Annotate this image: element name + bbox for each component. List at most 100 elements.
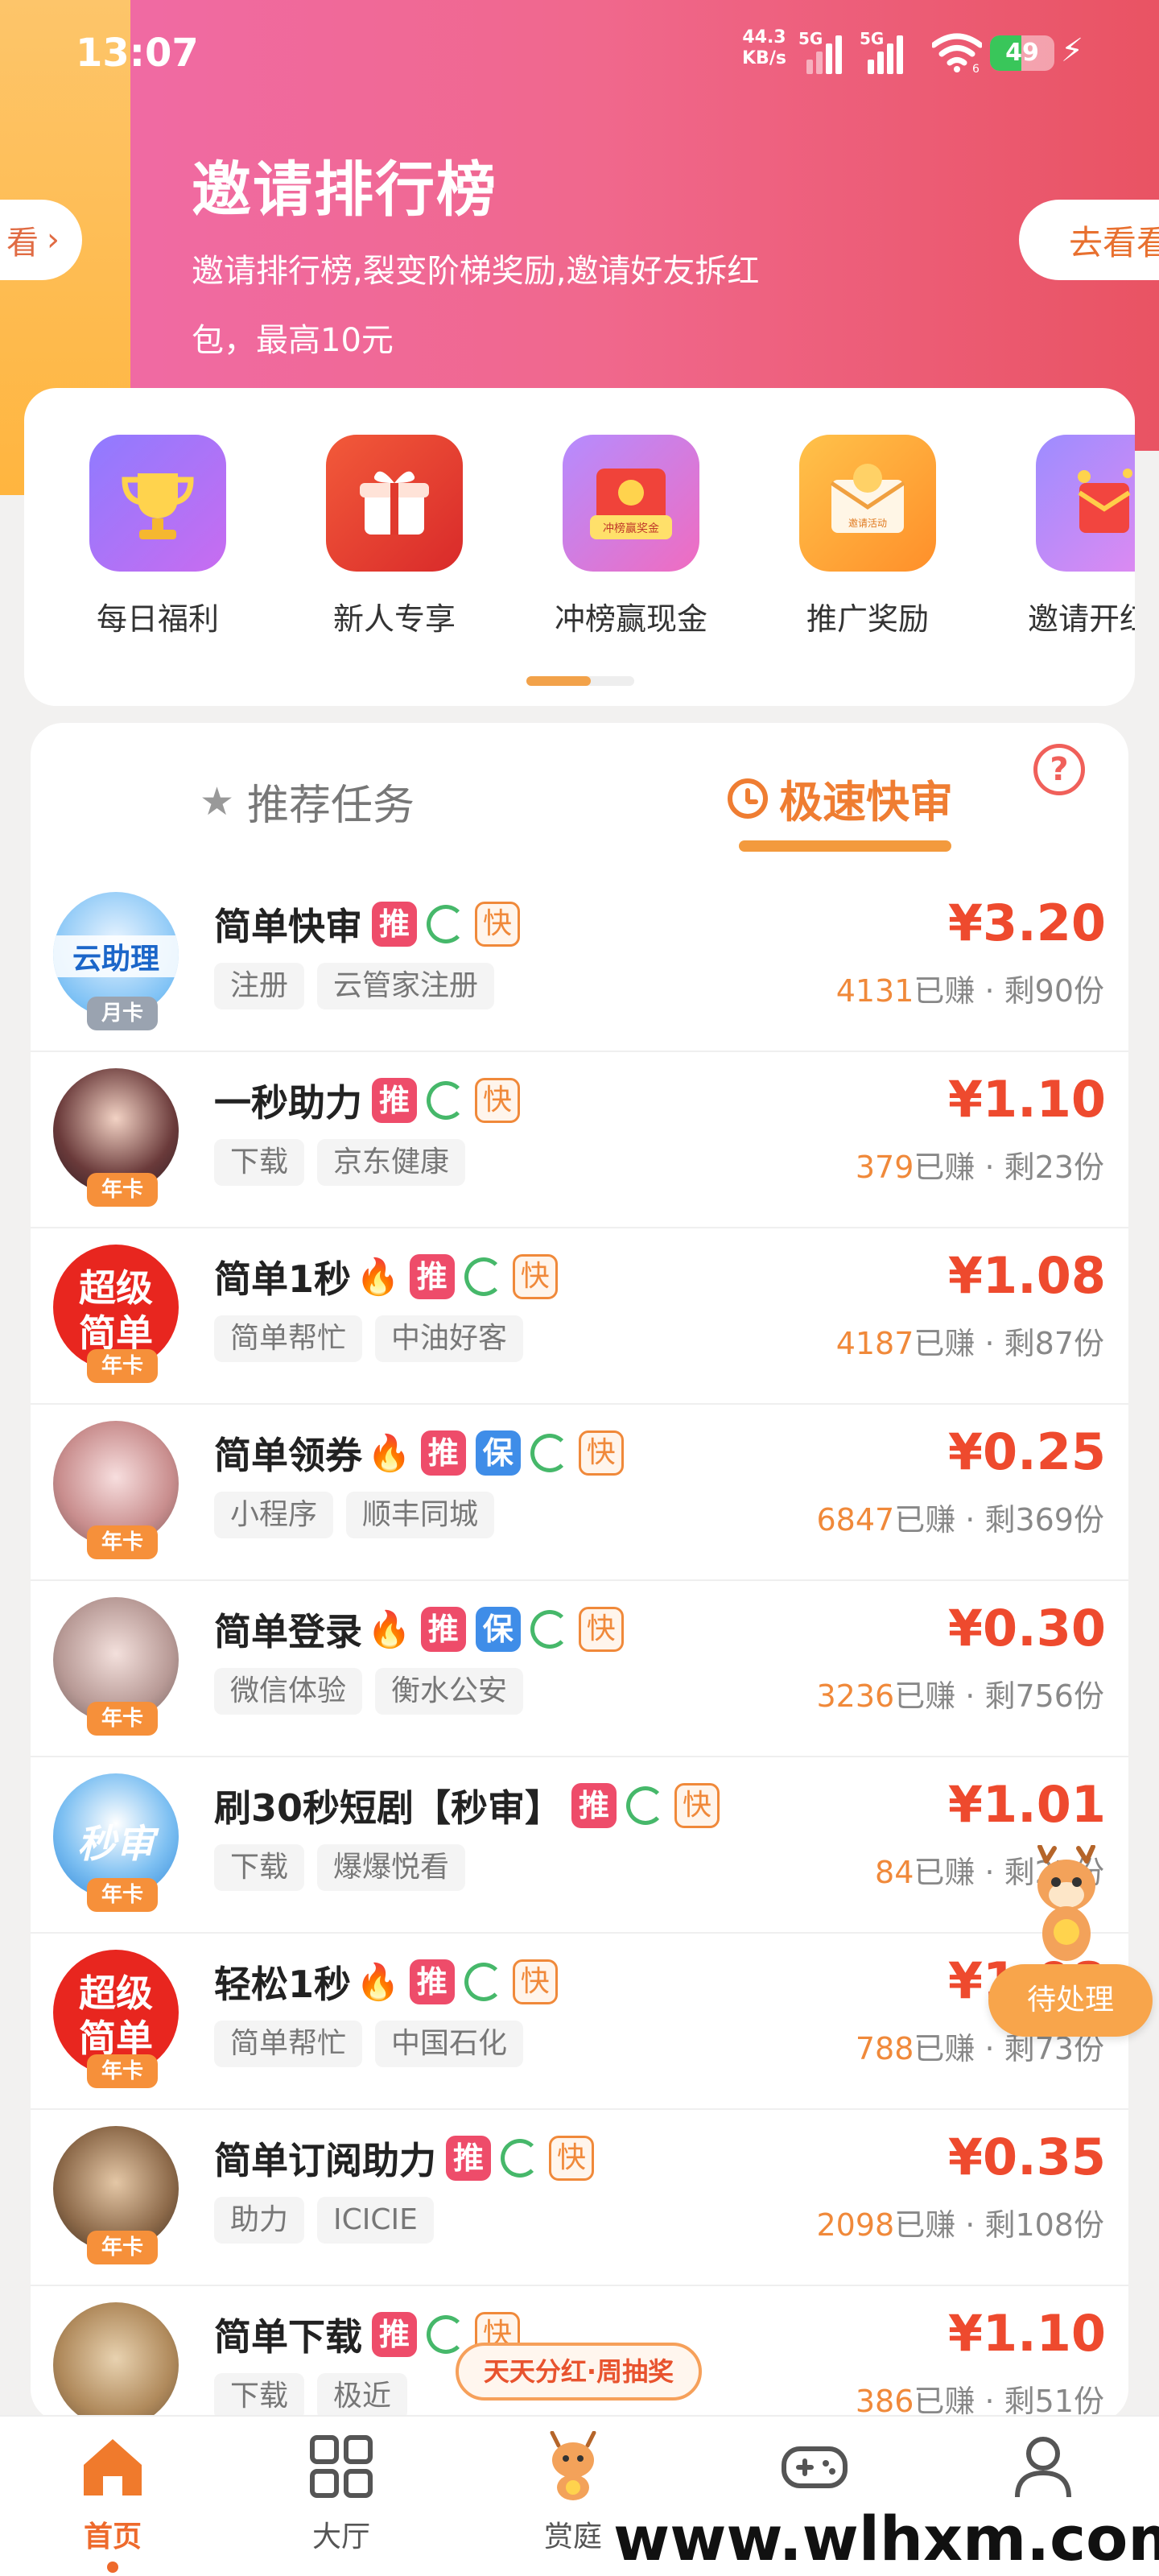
task-price: ¥1.08 <box>947 1246 1106 1305</box>
repeatable-refresh-icon <box>464 1963 503 2001</box>
task-avatar-text: 超级简单 <box>79 1266 153 1355</box>
deer-mascot-icon[interactable] <box>1022 1845 1111 1966</box>
strip-label-invite-red-packet: 邀请开红包 <box>1027 601 1135 637</box>
earned-count: 788 <box>855 2031 914 2066</box>
task-avatar-text: 云助理 <box>53 935 179 977</box>
task-title-line: 简单1秒 🔥 推 快 <box>214 1253 558 1301</box>
strip-item-promotion-reward[interactable]: 邀请活动 推广奖励 <box>779 435 956 638</box>
earned-count: 3236 <box>816 1678 895 1714</box>
strip-scroll-indicator <box>526 676 634 686</box>
strip-item-daily-welfare[interactable]: 每日福利 <box>69 435 246 638</box>
remaining-count: 已赚 · 剩369份 <box>894 1502 1104 1538</box>
repeatable-refresh-icon <box>427 905 465 943</box>
fast-review-tag: 快 <box>512 1254 558 1299</box>
earned-count: 4187 <box>835 1326 914 1361</box>
task-chips: 微信体验 衡水公安 <box>214 1668 524 1715</box>
task-row[interactable]: 超级简单年卡轻松1秒🔥推快简单帮忙中国石化¥1.08788已赚 · 剩73份 <box>31 1934 1128 2110</box>
repeatable-refresh-icon <box>427 1081 465 1120</box>
task-stats: 4131已赚 · 剩90份 <box>836 966 1104 1010</box>
gamepad-icon <box>782 2446 848 2488</box>
task-chip: 衡水公安 <box>375 1668 524 1715</box>
task-row[interactable]: 超级简单 年卡 简单1秒 🔥 推 快简单帮忙 中油好客 ¥1.08 4187已赚 · 剩87份 <box>31 1228 1128 1405</box>
feature-icon-strip: 每日福利 新人专享 冲榜赢奖金 冲榜赢现金 邀请活动 推广奖励 邀请开红包 <box>24 388 1135 706</box>
task-title: 轻松1秒 <box>214 1963 352 2006</box>
nav-hall-label: 大厅 <box>311 2520 370 2553</box>
sim2-network-label: 5G <box>860 29 885 48</box>
charging-bolt-icon: ⚡ <box>1061 32 1084 69</box>
task-avatar-text: 秒审 <box>76 1822 155 1867</box>
earned-count: 2098 <box>816 2207 895 2243</box>
task-chips: 简单帮忙 中国石化 <box>214 2021 524 2067</box>
task-chips: 小程序 顺丰同城 <box>214 1492 495 1538</box>
fire-icon: 🔥 <box>367 1433 411 1474</box>
remaining-count: 已赚 · 剩87份 <box>914 1326 1104 1361</box>
task-chips: 下载 极近 <box>214 2373 408 2420</box>
fire-icon: 🔥 <box>367 1609 411 1650</box>
task-title: 刷30秒短剧【秒审】 <box>214 1786 563 1830</box>
nav-active-dot <box>107 2562 118 2573</box>
nav-home-label: 首页 <box>83 2520 142 2553</box>
banner-go-see-button[interactable]: 去看看 <box>1019 200 1159 280</box>
fast-review-tag: 快 <box>578 1430 624 1476</box>
task-chip: 爆爆悦看 <box>317 1844 466 1891</box>
pending-button[interactable]: 待处理 <box>988 1964 1153 2037</box>
daily-dividend-promo-badge[interactable]: 天天分红·周抽奖 <box>456 2343 702 2401</box>
recommended-tag: 推 <box>409 1254 455 1299</box>
strip-item-invite-red-packet[interactable]: 邀请开红包 <box>1016 435 1135 638</box>
task-title-line: 轻松1秒 🔥 推 快 <box>214 1958 558 2006</box>
task-price: ¥0.35 <box>947 2128 1106 2186</box>
task-chip: 下载 <box>214 1139 305 1186</box>
task-title: 简单订阅助力 <box>214 2139 436 2182</box>
task-row[interactable]: 年卡 一秒助力推 快下载 京东健康 ¥1.10 379已赚 · 剩23份 <box>31 1052 1128 1228</box>
nav-home[interactable]: 首页 <box>32 2431 193 2573</box>
task-chips: 注册 云管家注册 <box>214 963 495 1009</box>
star-icon: ★ <box>200 778 235 824</box>
banner-subtitle: 邀请排行榜,裂变阶梯奖励,邀请好友拆红包，最高10元 <box>192 253 760 359</box>
earned-count: 379 <box>855 1150 914 1185</box>
help-icon[interactable]: ? <box>1033 744 1085 795</box>
task-title: 简单领券 <box>214 1434 362 1477</box>
membership-badge: 年卡 <box>87 1702 158 1736</box>
deer-mascot-icon <box>550 2430 596 2500</box>
task-title-line: 简单领券 🔥 推保 快 <box>214 1429 624 1477</box>
sim1-signal-icon: 5G <box>798 29 847 74</box>
tab-fast-review[interactable]: 极速快审 <box>728 766 953 830</box>
task-title: 简单快审 <box>214 905 362 948</box>
task-chip: 下载 <box>214 1844 305 1891</box>
strip-label-promotion-reward: 推广奖励 <box>806 601 929 637</box>
task-row[interactable]: 年卡 简单订阅助力推 快助力 ICICIE ¥0.35 2098已赚 · 剩108份 <box>31 2110 1128 2286</box>
membership-badge: 年卡 <box>87 2054 158 2088</box>
banner-previous-button[interactable]: 看 › <box>0 200 82 280</box>
repeatable-refresh-icon <box>501 2139 539 2178</box>
home-icon <box>84 2439 142 2496</box>
task-row[interactable]: 秒审 年卡 刷30秒短剧【秒审】推快下载 爆爆悦看 ¥1.01 84已赚 · 剩27份 <box>31 1757 1128 1934</box>
task-row[interactable]: 云助理 月卡 简单快审推 快注册 云管家注册 ¥3.20 4131已赚 · 剩90份 <box>31 876 1128 1052</box>
task-chip: 中油好客 <box>375 1315 524 1362</box>
task-chip: 云管家注册 <box>317 963 495 1009</box>
task-chip: 注册 <box>214 963 305 1009</box>
recommended-tag: 推 <box>372 902 417 947</box>
banner-go-see-label: 去看看 <box>1069 222 1159 262</box>
remaining-count: 已赚 · 剩756份 <box>894 1678 1104 1714</box>
task-row[interactable]: 年卡 简单领券 🔥 推保 快小程序 顺丰同城 ¥0.25 6847已赚 · 剩369份 <box>31 1405 1128 1581</box>
battery-icon: 49 <box>990 35 1054 71</box>
tab-recommended-tasks[interactable]: ★ 推荐任务 <box>200 771 415 832</box>
task-chip: 微信体验 <box>214 1668 363 1715</box>
strip-item-leaderboard-cash[interactable]: 冲榜赢奖金 冲榜赢现金 <box>542 435 720 638</box>
task-chip: 小程序 <box>214 1492 334 1538</box>
sim2-signal-icon: 5G <box>860 29 908 74</box>
task-stats: 3236已赚 · 剩756份 <box>817 1671 1105 1715</box>
clock-icon <box>728 778 768 819</box>
tab-recommended-label: 推荐任务 <box>247 782 415 830</box>
task-avatar <box>53 2302 179 2421</box>
fast-review-tag: 快 <box>549 2136 594 2181</box>
guarantee-tag: 保 <box>475 1607 521 1652</box>
task-row[interactable]: 年卡 简单登录 🔥 推保 快微信体验 衡水公安 ¥0.30 3236已赚 · 剩756份 <box>31 1581 1128 1757</box>
active-tab-underline <box>739 840 951 852</box>
remaining-count: 已赚 · 剩108份 <box>894 2207 1104 2243</box>
nav-hall[interactable]: 大厅 <box>261 2431 422 2555</box>
grid-icon <box>310 2435 373 2498</box>
task-chips: 简单帮忙 中油好客 <box>214 1315 524 1362</box>
remaining-count: 已赚 · 剩23份 <box>914 1150 1104 1185</box>
strip-item-newcomer[interactable]: 新人专享 <box>306 435 483 638</box>
